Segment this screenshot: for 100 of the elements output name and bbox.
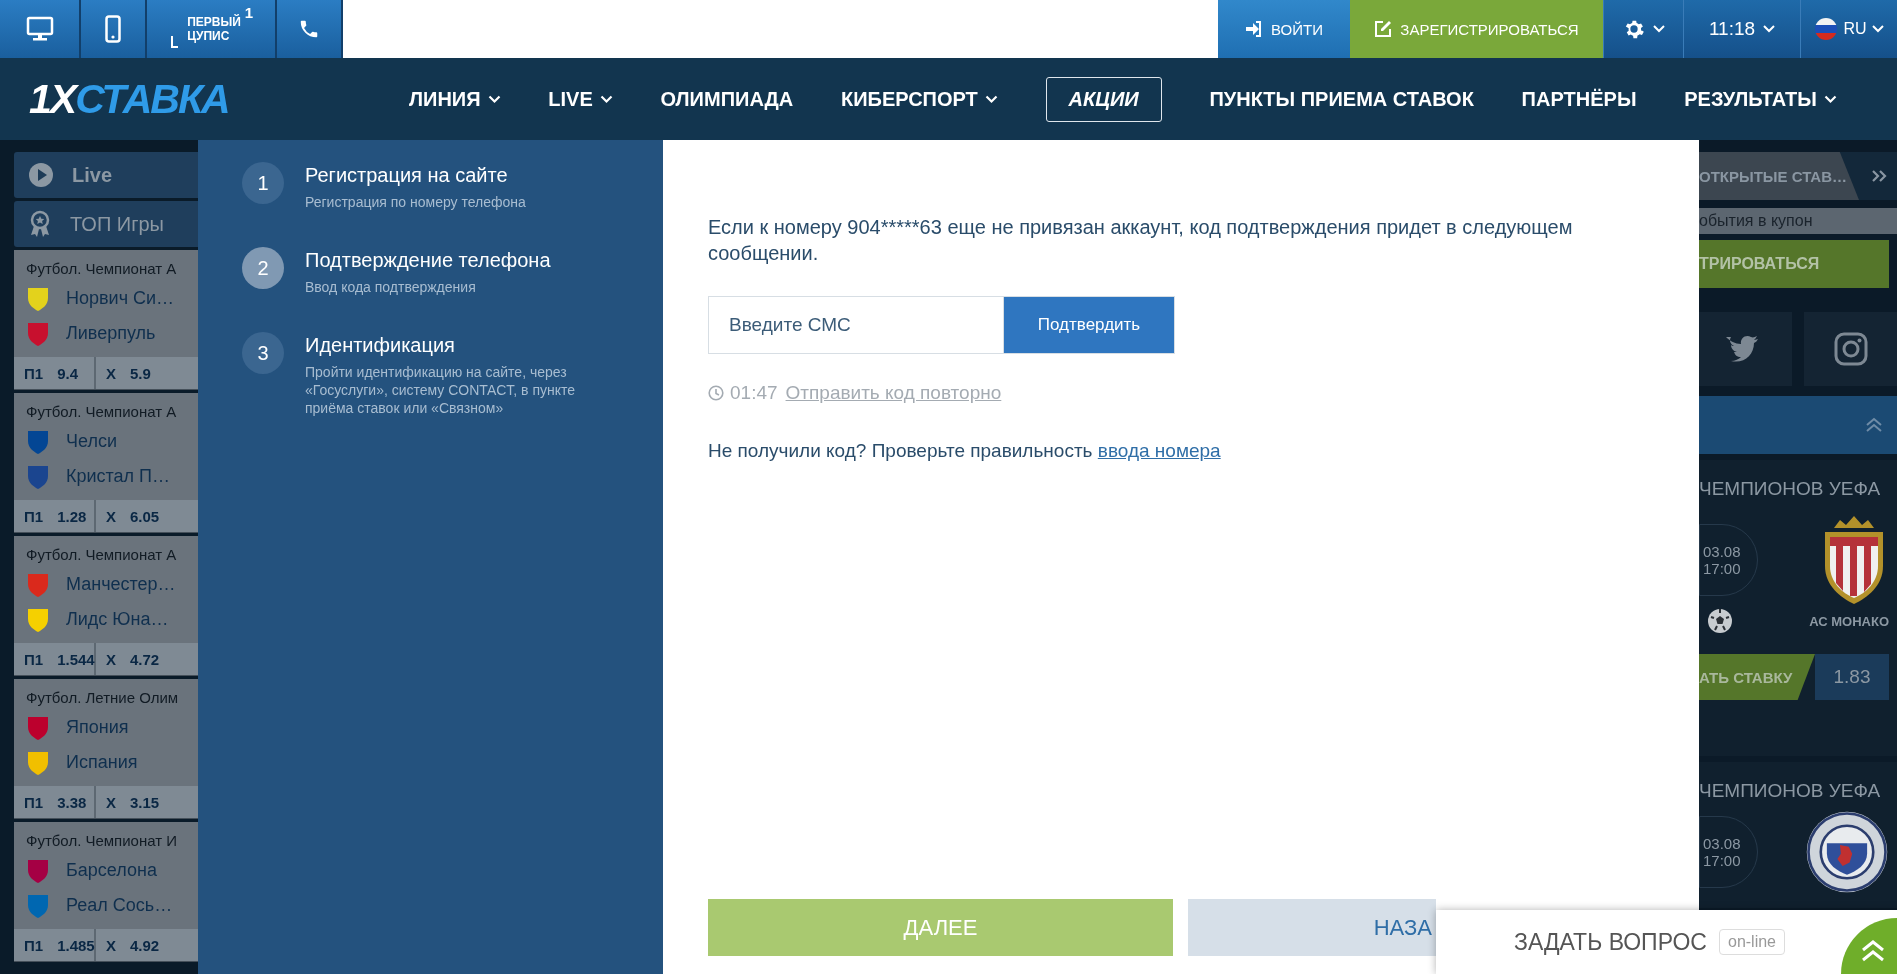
register-button[interactable]: ЗАРЕГИСТРИРОВАТЬСЯ <box>1350 0 1603 58</box>
match-card[interactable]: Футбол. Чемпионат А Челси Кристал П… П1 1.28 X 6.05 <box>14 393 198 533</box>
odds-cell[interactable]: П1 9.4 <box>14 357 96 389</box>
team-name: Реал Сось… <box>66 895 173 916</box>
odds-cell[interactable]: П1 3.38 <box>14 786 96 818</box>
caret-icon <box>487 94 501 104</box>
place-bet-button[interactable]: АТЬ СТАВКУ <box>1699 654 1815 700</box>
flag-icon <box>1814 17 1839 41</box>
sms-code-field[interactable]: Введите СМС <box>708 296 1003 354</box>
chat-widget[interactable]: ЗАДАТЬ ВОПРОС on-line <box>1436 910 1897 974</box>
double-chevron-icon[interactable] <box>1871 169 1887 183</box>
nav-link[interactable]: ПАРТНЁРЫ <box>1521 77 1637 121</box>
settings-button[interactable] <box>1603 0 1683 58</box>
resend-code-link[interactable]: Отправить код повторно <box>785 382 1002 404</box>
login-button[interactable]: ВОЙТИ <box>1218 0 1350 58</box>
tournament-title: ЧЕМПИОНОВ УЕФА <box>1699 478 1882 500</box>
odds-value[interactable]: 1.83 <box>1815 654 1889 700</box>
league-name: Футбол. Чемпионат И <box>25 831 179 851</box>
nav-link[interactable]: РЕЗУЛЬТАТЫ <box>1684 77 1837 121</box>
countdown-timer: 01:47 <box>730 382 778 404</box>
step-description: Регистрация по номеру телефона <box>305 193 527 211</box>
step-title: Подтверждение телефона <box>305 249 552 272</box>
odds-cell[interactable]: X 5.9 <box>96 357 161 389</box>
caret-icon <box>1763 25 1776 33</box>
team-name: Япония <box>66 717 129 738</box>
back-button[interactable]: НАЗА <box>1188 899 1436 956</box>
nav-link[interactable]: КИБЕРСПОРТ <box>841 77 998 121</box>
team-name: АС МОНАКО <box>1809 613 1889 629</box>
top-games-header[interactable]: ТОП Игры <box>14 201 198 247</box>
award-icon <box>28 210 52 238</box>
nav-link[interactable]: ОЛИМПИАДА <box>660 77 794 121</box>
desktop-icon-button[interactable] <box>0 0 81 58</box>
team-name: Кристал П… <box>66 466 171 487</box>
tournament-title: ЧЕМПИОНОВ УЕФА <box>1699 780 1882 802</box>
step-title: Идентификация <box>305 334 456 357</box>
promo-card[interactable]: ЧЕМПИОНОВ УЕФА 03.08 17:00 АС МОНАКО АТЬ СТАВКУ 1.83 <box>1699 460 1897 756</box>
odds-cell[interactable]: X 6.05 <box>96 500 170 532</box>
step-description: Ввод кода подтверждения <box>305 278 477 296</box>
check-number-link[interactable]: ввода номера <box>1097 440 1221 461</box>
open-bets-tab[interactable]: ОТКРЫТЫЕ СТАВ… <box>1699 152 1859 200</box>
handset-icon <box>298 18 320 40</box>
pencil-icon <box>1374 20 1393 38</box>
caret-icon <box>1652 25 1665 33</box>
league-name: Футбол. Летние Олим <box>25 688 180 708</box>
phone-icon <box>105 15 121 43</box>
league-name: Футбол. Чемпионат А <box>25 259 178 279</box>
step-number: 2 <box>242 247 284 289</box>
match-card[interactable]: Футбол. Чемпионат А Норвич Си… Ливерпуль П1 9.4 X 5.9 <box>14 250 198 390</box>
odds-cell[interactable]: X 3.15 <box>96 786 170 818</box>
odds-cell[interactable]: П1 1.28 <box>14 500 96 532</box>
live-header[interactable]: Live <box>14 152 198 198</box>
team-name: Испания <box>66 752 138 773</box>
odds-cell[interactable]: X 4.72 <box>96 643 170 675</box>
team-name: Барселона <box>66 860 157 881</box>
live-label: Live <box>72 163 113 187</box>
info-message: Если к номеру 904*****63 еще не привязан аккаунт, код подтверждения придет в следующем сообщении. <box>708 215 1574 266</box>
league-name: Футбол. Чемпионат А <box>25 545 178 565</box>
confirm-button[interactable]: Подтвердить <box>1003 296 1175 354</box>
scroll-up-icon[interactable] <box>1841 918 1897 974</box>
language-button[interactable]: RU <box>1800 0 1897 58</box>
match-card[interactable]: Футбол. Чемпионат И Барселона Реал Сось… П1 1.485 X 4.92 <box>14 822 198 962</box>
coupon-hint: обытия в купон <box>1699 208 1897 234</box>
odds-cell[interactable]: X 4.92 <box>96 929 170 961</box>
nav-link[interactable]: ПУНКТЫ ПРИЕМА СТАВОК <box>1209 77 1474 121</box>
instagram-button[interactable] <box>1804 312 1897 386</box>
step-description: Пройти идентификацию на сайте, через «Госуслуги», систему CONTACT, в пункте приёма ставок или «Связном» <box>305 363 577 417</box>
team-name: Норвич Си… <box>66 288 175 309</box>
match-card[interactable]: Футбол. Чемпионат А Манчестер… Лидс Юна… П1 1.544 X 4.72 <box>14 536 198 676</box>
nav-link[interactable]: ЛИНИЯ <box>409 77 501 121</box>
cupis-logo[interactable]: ПЕРВЫЙ ЦУПИС 1 <box>147 0 277 58</box>
nav-link[interactable]: LIVE <box>548 77 613 121</box>
call-button[interactable] <box>277 0 343 58</box>
nav-link[interactable]: АКЦИИ <box>1045 76 1162 122</box>
team-name: Манчестер… <box>66 574 176 595</box>
team-name: Ливерпуль <box>66 323 156 344</box>
twitter-button[interactable] <box>1699 312 1792 386</box>
step-title: Регистрация на сайте <box>305 164 509 187</box>
caret-icon <box>984 94 998 104</box>
caret-icon <box>1823 94 1837 104</box>
caret-icon <box>599 94 613 104</box>
site-logo[interactable]: 1XСТАВКА <box>29 75 264 123</box>
ask-question-label: ЗАДАТЬ ВОПРОС <box>1514 928 1707 956</box>
top-games-label: ТОП Игры <box>70 212 164 236</box>
team-name: Челси <box>66 431 117 452</box>
help-text: Не получили код? Проверьте правильность ввода номера <box>708 440 1222 462</box>
promo-card[interactable]: ЧЕМПИОНОВ УЕФА 03.08 17:00 <box>1699 762 1897 908</box>
camera-icon <box>1833 332 1868 366</box>
online-badge: on-line <box>1719 929 1785 955</box>
step-number: 1 <box>242 162 284 204</box>
odds-cell[interactable]: П1 1.544 <box>14 643 96 675</box>
mobile-icon-button[interactable] <box>81 0 147 58</box>
time-button[interactable]: 11:18 <box>1683 0 1800 58</box>
odds-cell[interactable]: П1 1.485 <box>14 929 96 961</box>
monitor-icon <box>25 16 54 42</box>
clock-icon <box>708 385 724 401</box>
match-card[interactable]: Футбол. Летние Олим Япония Испания П1 3.38 X 3.15 <box>14 679 198 819</box>
soccer-ball-icon <box>1707 608 1733 634</box>
play-icon <box>28 162 54 188</box>
step-number: 3 <box>242 332 284 374</box>
register-button[interactable]: ТРИРОВАТЬСЯ <box>1699 240 1889 288</box>
